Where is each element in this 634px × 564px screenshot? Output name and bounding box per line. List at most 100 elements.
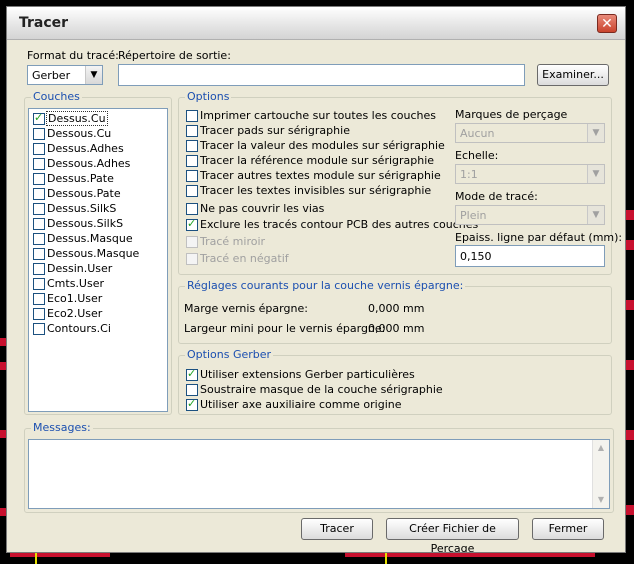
option-label: Tracer la référence module sur sérigraph… — [200, 154, 435, 167]
options-group-title: Options — [185, 90, 232, 103]
gerber-option-label: Utiliser extensions Gerber particulières — [200, 368, 415, 381]
layer-label: Dessin.User — [47, 262, 113, 275]
option-checkbox[interactable] — [186, 140, 198, 152]
layer-label: Dessus.SilkS — [47, 202, 117, 215]
line-width-input[interactable]: 0,150 — [455, 245, 605, 267]
plot-dialog: Tracer ✕ Format du tracé: Gerber ▼ Réper… — [6, 6, 626, 553]
solder-mask-group: Réglages courants pour la couche vernis … — [178, 279, 612, 344]
line-width-label: Epaiss. ligne par défaut (mm): — [455, 231, 623, 244]
layer-checkbox[interactable] — [33, 111, 45, 125]
scroll-up-icon[interactable]: ▲ — [593, 440, 609, 456]
chevron-down-icon: ▼ — [587, 165, 604, 183]
layer-checkbox[interactable] — [33, 293, 45, 305]
drill-marks-value: Aucun — [460, 127, 495, 140]
option-checkbox[interactable] — [186, 185, 198, 197]
layer-label: Dessous.Masque — [47, 247, 140, 260]
close-icon[interactable]: ✕ — [597, 14, 617, 33]
option-label: Tracer les textes invisibles sur sérigra… — [200, 184, 432, 197]
layer-label: Cmts.User — [47, 277, 105, 290]
layer-checkbox[interactable] — [33, 278, 45, 290]
layer-checkbox[interactable] — [33, 308, 45, 320]
gerber-options-group-title: Options Gerber — [185, 348, 274, 361]
option-label: Tracé miroir — [200, 235, 266, 248]
scale-value: 1:1 — [460, 168, 478, 181]
background-trace — [345, 553, 595, 557]
output-dir-label: Répertoire de sortie: — [118, 49, 231, 62]
output-dir-input[interactable] — [118, 64, 525, 86]
option-label: Tracer pads sur sérigraphie — [200, 124, 350, 137]
layer-label: Eco2.User — [47, 307, 103, 320]
layer-checkbox[interactable] — [33, 233, 45, 245]
layer-label: Dessous.SilkS — [47, 217, 124, 230]
scroll-down-icon[interactable]: ▼ — [593, 492, 609, 508]
option-checkbox[interactable] — [186, 217, 198, 231]
layer-checkbox[interactable] — [33, 173, 45, 185]
option-label: Tracer la valeur des modules sur sérigra… — [200, 139, 445, 152]
plot-mode-value: Plein — [460, 209, 487, 222]
layer-checkbox[interactable] — [33, 143, 45, 155]
mask-min-width-label: Largeur mini pour le vernis épargne: — [184, 322, 386, 335]
layer-checkbox[interactable] — [33, 218, 45, 230]
background-trace — [35, 553, 37, 564]
mask-margin-label: Marge vernis épargne: — [184, 302, 308, 315]
chevron-down-icon: ▼ — [587, 124, 604, 142]
gerber-option-label: Utiliser axe auxiliaire comme origine — [200, 398, 402, 411]
background-trace — [626, 505, 634, 515]
dialog-title: Tracer — [19, 15, 69, 31]
format-select[interactable]: Gerber ▼ — [27, 65, 103, 85]
layers-group-title: Couches — [31, 90, 82, 103]
option-checkbox[interactable] — [186, 203, 198, 215]
background-trace — [385, 553, 387, 564]
background-trace — [626, 300, 634, 310]
option-label: Exclure les tracés contour PCB des autre… — [200, 218, 479, 231]
layer-checkbox[interactable] — [33, 203, 45, 215]
scale-label: Echelle: — [455, 149, 499, 162]
layer-label: Dessus.Adhes — [47, 142, 124, 155]
layer-checkbox[interactable] — [33, 323, 45, 335]
title-bar[interactable]: Tracer ✕ — [7, 7, 625, 40]
chevron-down-icon: ▼ — [587, 206, 604, 224]
layer-label: Contours.Ci — [47, 322, 111, 335]
option-label: Tracer autres textes module sur sérigrap… — [200, 169, 441, 182]
layer-checkbox[interactable] — [33, 248, 45, 260]
background-trace — [626, 210, 634, 220]
plot-button[interactable]: Tracer — [301, 518, 373, 540]
create-drill-file-button[interactable]: Créer Fichier de Perçage — [386, 518, 519, 552]
option-checkbox[interactable] — [186, 125, 198, 137]
drill-marks-label: Marques de perçage — [455, 108, 568, 121]
layers-list: Dessus.Cu Dessous.Cu Dessus.Adhes Dessou… — [28, 108, 168, 412]
plot-mode-select: Plein ▼ — [455, 205, 605, 225]
background-trace — [626, 360, 634, 370]
layer-label: Dessus.Pate — [47, 172, 114, 185]
close-button[interactable]: Fermer — [532, 518, 604, 540]
layer-checkbox[interactable] — [33, 188, 45, 200]
layer-label: Eco1.User — [47, 292, 103, 305]
background-trace — [10, 553, 110, 557]
line-width-value: 0,150 — [460, 250, 492, 263]
option-checkbox[interactable] — [186, 170, 198, 182]
option-label: Tracé en négatif — [200, 252, 289, 265]
drill-marks-select: Aucun ▼ — [455, 123, 605, 143]
messages-scrollbar[interactable]: ▲ ▼ — [592, 440, 609, 508]
gerber-option-checkbox[interactable] — [186, 397, 198, 411]
gerber-option-checkbox[interactable] — [186, 367, 198, 381]
mask-margin-value: 0,000 mm — [368, 302, 425, 315]
option-checkbox[interactable] — [186, 155, 198, 167]
messages-textarea[interactable]: ▲ ▼ — [28, 439, 610, 509]
layer-label: Dessus.Masque — [47, 232, 133, 245]
plot-mode-label: Mode de tracé: — [455, 190, 538, 203]
layer-checkbox[interactable] — [33, 263, 45, 275]
layer-label: Dessous.Adhes — [47, 157, 131, 170]
layer-label: Dessous.Pate — [47, 187, 121, 200]
option-label: Ne pas couvrir les vias — [200, 202, 325, 215]
format-label: Format du tracé: — [27, 49, 119, 62]
option-label: Imprimer cartouche sur toutes les couche… — [200, 109, 436, 122]
chevron-down-icon[interactable]: ▼ — [85, 66, 102, 84]
browse-button[interactable]: Examiner... — [537, 64, 609, 86]
layer-checkbox[interactable] — [33, 128, 45, 140]
gerber-option-checkbox[interactable] — [186, 384, 198, 396]
layer-checkbox[interactable] — [33, 158, 45, 170]
option-checkbox[interactable] — [186, 110, 198, 122]
background-trace — [626, 430, 634, 440]
gerber-option-label: Soustraire masque de la couche sérigraph… — [200, 383, 443, 396]
